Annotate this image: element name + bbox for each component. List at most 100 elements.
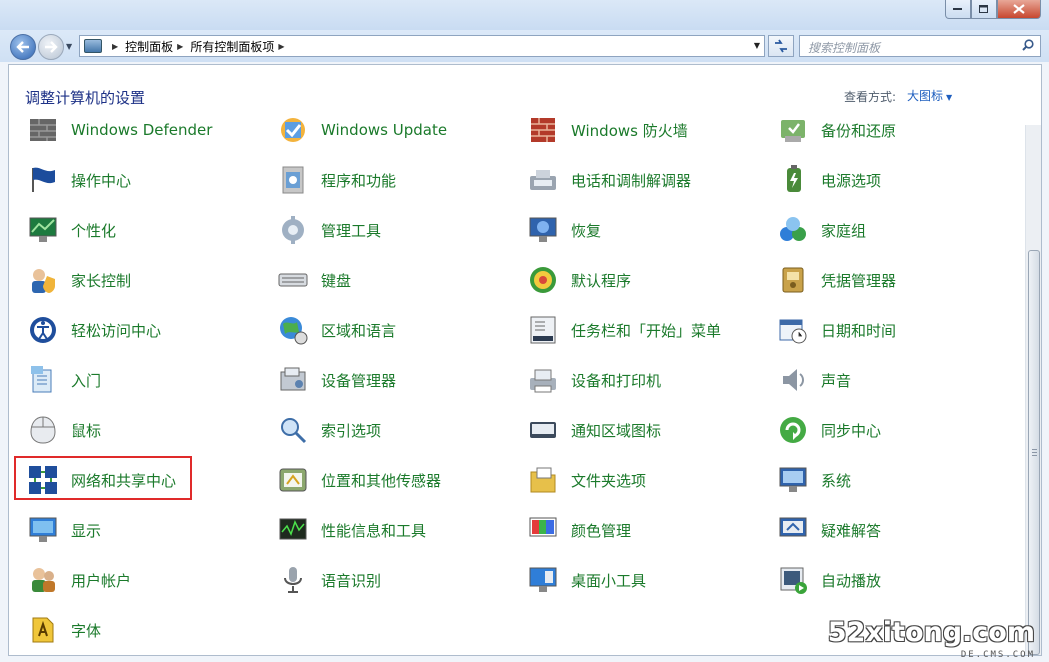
control-panel-item[interactable]: 通知区域图标 [527, 410, 661, 450]
control-panel-item[interactable]: 日期和时间 [777, 310, 896, 350]
control-panel-item[interactable]: 操作中心 [27, 160, 131, 200]
control-panel-item[interactable]: 设备管理器 [277, 360, 396, 400]
control-panel-item[interactable]: 颜色管理 [527, 510, 631, 550]
control-panel-item[interactable]: 入门 [27, 360, 101, 400]
view-by-dropdown[interactable]: 大图标 ▼ [907, 87, 952, 104]
control-panel-item-label: 桌面小工具 [571, 571, 647, 590]
power-options-icon [777, 164, 809, 196]
minimize-button[interactable] [945, 0, 971, 19]
windows-update-icon [277, 114, 309, 146]
scrollbar-thumb[interactable] [1028, 250, 1040, 655]
control-panel-item[interactable]: 程序和功能 [277, 160, 396, 200]
control-panel-item[interactable]: 默认程序 [527, 260, 631, 300]
breadcrumb-chevron-icon[interactable]: ▶ [112, 42, 118, 51]
control-panel-item[interactable]: 凭据管理器 [777, 260, 896, 300]
control-panel-content: 调整计算机的设置 查看方式: 大图标 ▼ Windows Defender Wind… [8, 64, 1042, 656]
control-panel-item[interactable]: 电源选项 [777, 160, 881, 200]
system-icon [777, 464, 809, 496]
control-panel-item[interactable]: 家长控制 [27, 260, 131, 300]
control-panel-item[interactable]: 恢复 [527, 210, 601, 250]
control-panel-item-label: 键盘 [321, 271, 352, 290]
phone-modem-icon [527, 164, 559, 196]
control-panel-item-label: Windows Defender [71, 121, 213, 139]
control-panel-item-label: 疑难解答 [821, 521, 882, 540]
address-history-dropdown[interactable]: ▼ [754, 41, 760, 50]
programs-features-icon [277, 164, 309, 196]
control-panel-item-label: 凭据管理器 [821, 271, 897, 290]
breadcrumb-item-control-panel[interactable]: 控制面板 [125, 38, 173, 55]
control-panel-item-label: 家长控制 [71, 271, 132, 290]
control-panel-item-label: Windows 防火墙 [571, 121, 688, 140]
control-panel-item[interactable]: 性能信息和工具 [277, 510, 426, 550]
troubleshooting-icon [777, 514, 809, 546]
recent-pages-dropdown[interactable]: ▼ [66, 42, 72, 51]
control-panel-item-label: 管理工具 [321, 221, 382, 240]
control-panel-item[interactable]: 位置和其他传感器 [277, 460, 441, 500]
default-programs-icon [527, 264, 559, 296]
control-panel-item[interactable]: 显示 [27, 510, 101, 550]
parental-controls-icon [27, 264, 59, 296]
control-panel-item[interactable]: 索引选项 [277, 410, 381, 450]
personalization-icon [27, 214, 59, 246]
close-button[interactable] [997, 0, 1041, 19]
control-panel-item[interactable]: Windows 防火墙 [527, 110, 688, 150]
control-panel-item[interactable]: 同步中心 [777, 410, 881, 450]
control-panel-item-label: 备份和还原 [821, 121, 897, 140]
indexing-options-icon [277, 414, 309, 446]
control-panel-item[interactable]: 键盘 [277, 260, 351, 300]
control-panel-item-label: 语音识别 [321, 571, 382, 590]
keyboard-icon [277, 264, 309, 296]
control-panel-item[interactable]: 区域和语言 [277, 310, 396, 350]
vertical-scrollbar[interactable] [1025, 125, 1041, 655]
breadcrumb-item-all-items[interactable]: 所有控制面板项 [190, 38, 274, 55]
search-input[interactable]: 搜索控制面板 [799, 35, 1041, 57]
control-panel-item[interactable]: 个性化 [27, 210, 116, 250]
back-button[interactable] [10, 34, 36, 60]
display-icon [27, 514, 59, 546]
control-panel-item[interactable]: 声音 [777, 360, 851, 400]
control-panel-item-label: 系统 [821, 471, 852, 490]
breadcrumb-chevron-icon[interactable]: ▶ [278, 42, 284, 51]
ease-of-access-icon [27, 314, 59, 346]
chevron-down-icon: ▼ [946, 93, 953, 102]
control-panel-item[interactable]: 轻松访问中心 [27, 310, 161, 350]
control-panel-item[interactable]: 疑难解答 [777, 510, 881, 550]
fonts-icon [27, 614, 59, 646]
control-panel-item-label: 声音 [821, 371, 852, 390]
control-panel-item-label: Windows Update [321, 121, 448, 139]
breadcrumb-chevron-icon[interactable]: ▶ [177, 42, 183, 51]
search-icon[interactable] [1022, 39, 1034, 51]
view-by-label: 查看方式: [844, 90, 897, 104]
speech-recognition-icon [277, 564, 309, 596]
maximize-button[interactable] [971, 0, 997, 19]
control-panel-item-label: 设备管理器 [321, 371, 397, 390]
control-panel-item[interactable]: Windows Defender [27, 110, 212, 150]
control-panel-item[interactable]: 用户帐户 [27, 560, 131, 600]
control-panel-item[interactable]: 自动播放 [777, 560, 881, 600]
control-panel-item-label: 区域和语言 [321, 321, 397, 340]
recovery-icon [527, 214, 559, 246]
control-panel-item[interactable]: 设备和打印机 [527, 360, 661, 400]
control-panel-item[interactable]: 文件夹选项 [527, 460, 646, 500]
refresh-icon [775, 39, 787, 53]
autoplay-icon [777, 564, 809, 596]
control-panel-item[interactable]: 任务栏和「开始」菜单 [527, 310, 721, 350]
control-panel-item[interactable]: 系统 [777, 460, 851, 500]
location-sensors-icon [277, 464, 309, 496]
control-panel-item[interactable]: Windows Update [277, 110, 447, 150]
control-panel-item[interactable]: 电话和调制解调器 [527, 160, 691, 200]
forward-button[interactable] [38, 34, 64, 60]
control-panel-item[interactable]: 桌面小工具 [527, 560, 646, 600]
control-panel-item-label: 同步中心 [821, 421, 882, 440]
refresh-button[interactable] [768, 35, 794, 57]
control-panel-item[interactable]: 鼠标 [27, 410, 101, 450]
watermark-logo: 52xitong.com [827, 617, 1035, 648]
control-panel-item[interactable]: 管理工具 [277, 210, 381, 250]
page-title: 调整计算机的设置 [25, 89, 146, 107]
control-panel-item[interactable]: 语音识别 [277, 560, 381, 600]
mouse-icon [27, 414, 59, 446]
control-panel-item[interactable]: 备份和还原 [777, 110, 896, 150]
control-panel-item[interactable]: 字体 [27, 610, 101, 650]
address-bar[interactable]: ▶ 控制面板 ▶ 所有控制面板项 ▶ ▼ [79, 35, 765, 57]
control-panel-item[interactable]: 家庭组 [777, 210, 866, 250]
